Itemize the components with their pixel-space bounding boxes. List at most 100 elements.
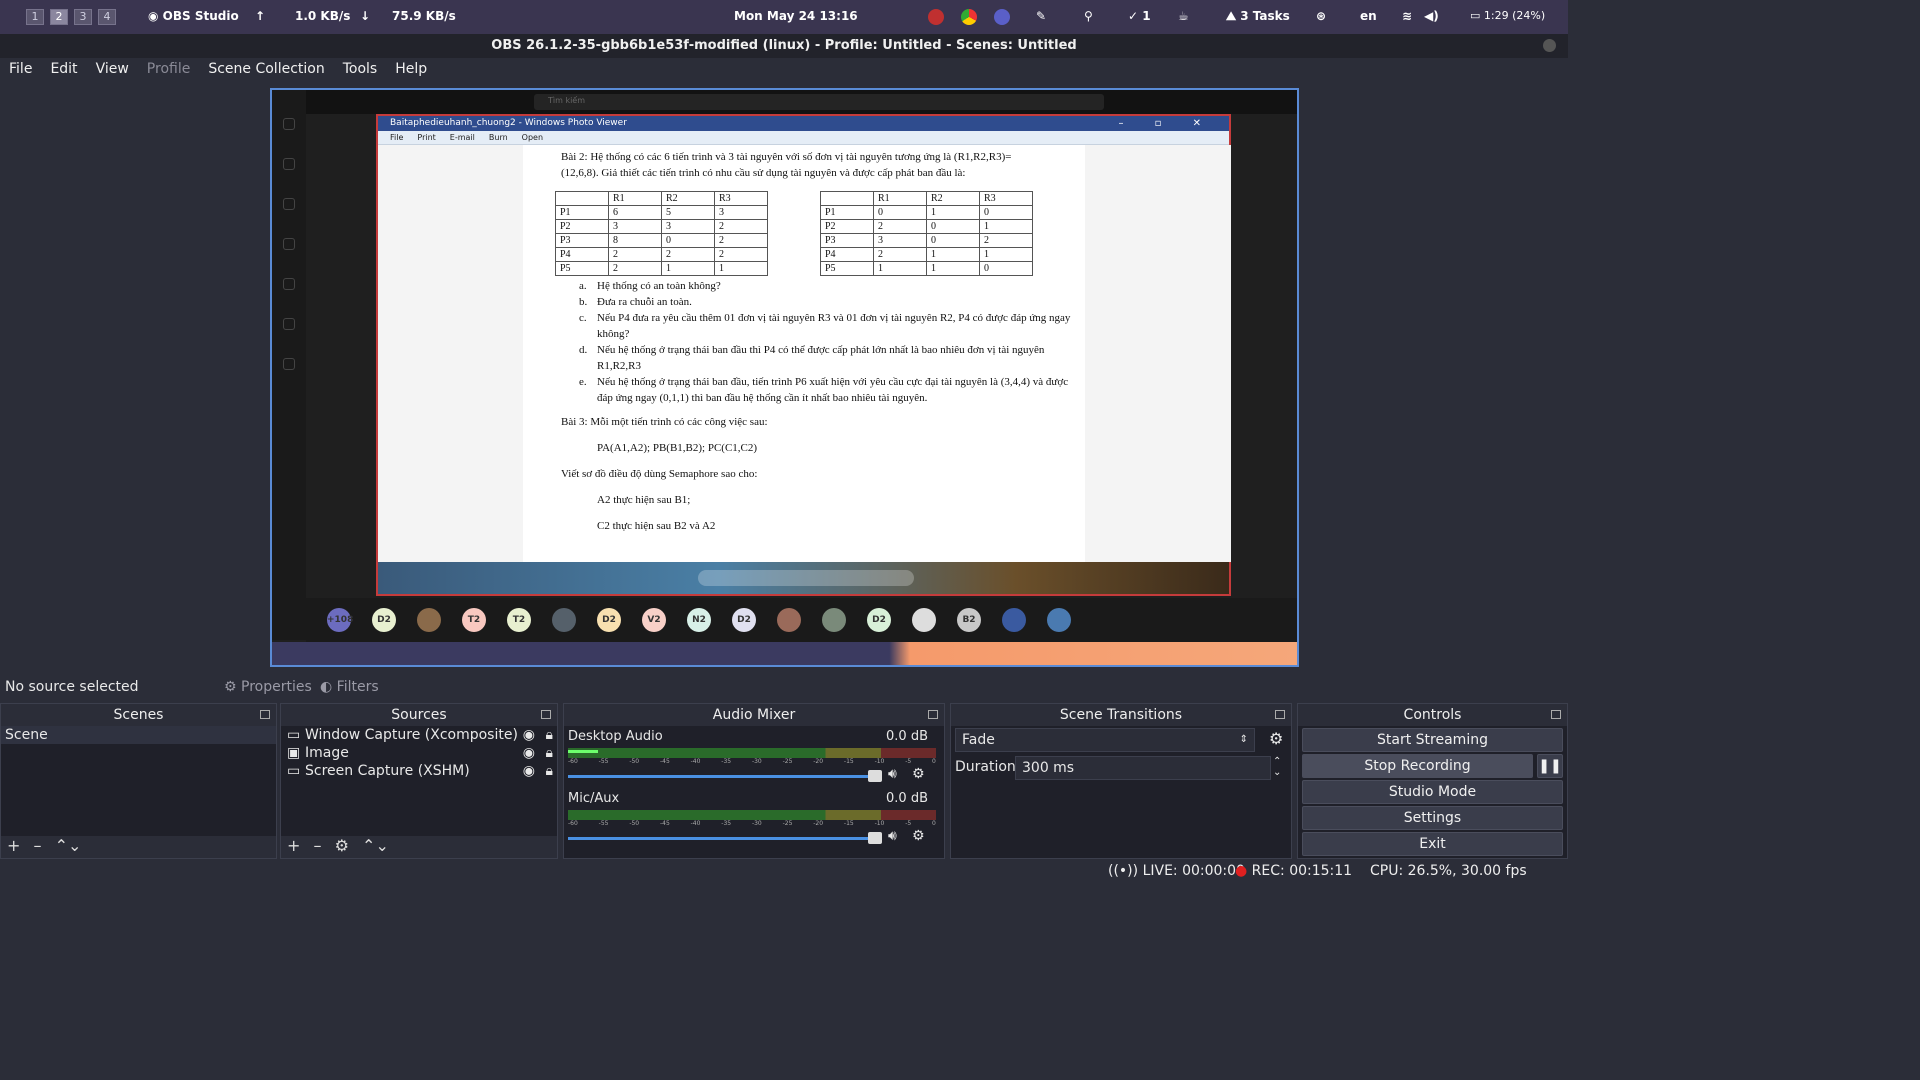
participant-avatar[interactable]: [552, 608, 576, 632]
undock-icon[interactable]: [541, 710, 551, 719]
workspace-4[interactable]: 4: [98, 9, 116, 25]
settings-button[interactable]: Settings: [1302, 806, 1563, 830]
participant-avatar[interactable]: [822, 608, 846, 632]
clock[interactable]: Mon May 24 13:16: [734, 9, 858, 23]
workspace-2[interactable]: 2: [50, 9, 68, 25]
live-indicator: ((•)) LIVE: 00:00:00: [1108, 860, 1245, 882]
filters-button[interactable]: ◐ Filters: [320, 679, 379, 695]
source-item-image[interactable]: ▣ Image ◉ 🔒︎: [281, 744, 557, 762]
move-up-icon[interactable]: ⌃: [362, 836, 375, 855]
workspace-3[interactable]: 3: [74, 9, 92, 25]
participant-avatar[interactable]: [1002, 608, 1026, 632]
accessibility-icon[interactable]: ⊛: [1316, 9, 1326, 23]
tasks-indicator[interactable]: ⛰ 3 Tasks: [1226, 9, 1290, 24]
add-icon[interactable]: +: [7, 836, 20, 855]
network-tool-icon[interactable]: ⚲: [1084, 9, 1093, 23]
slider-knob[interactable]: [868, 832, 882, 844]
wifi-icon[interactable]: ≋: [1402, 9, 1412, 23]
table-header-row: R1 R2 R3: [820, 191, 1033, 206]
pen-icon[interactable]: ✎: [1036, 9, 1046, 23]
participant-avatar[interactable]: T2: [507, 608, 531, 632]
eye-icon[interactable]: ◉: [523, 762, 535, 780]
spinner-arrows-icon[interactable]: ⌃ ⌄: [1273, 756, 1281, 778]
participant-avatar[interactable]: D2: [597, 608, 621, 632]
undock-icon[interactable]: [260, 710, 270, 719]
eye-icon[interactable]: ◉: [523, 744, 535, 762]
undock-icon[interactable]: [1275, 710, 1285, 719]
menu-profile[interactable]: Profile: [138, 58, 200, 82]
participant-avatar[interactable]: D2: [867, 608, 891, 632]
table-row: P4 2 2 2: [555, 247, 768, 262]
exit-button[interactable]: Exit: [1302, 832, 1563, 856]
pause-icon[interactable]: ❚❚: [1537, 754, 1563, 778]
scene-item[interactable]: Scene: [1, 726, 276, 744]
eye-icon[interactable]: ◉: [523, 726, 535, 744]
add-icon[interactable]: +: [287, 836, 300, 855]
volume-icon[interactable]: ◀): [1424, 9, 1439, 23]
menu-tools[interactable]: Tools: [334, 58, 387, 82]
menu-help[interactable]: Help: [386, 58, 436, 82]
properties-button[interactable]: ⚙ Properties: [224, 679, 312, 695]
keyboard-language[interactable]: en: [1360, 9, 1377, 23]
gear-icon[interactable]: ⚙: [912, 828, 925, 844]
speaker-icon[interactable]: 🔊︎: [888, 766, 897, 782]
slider-knob[interactable]: [868, 770, 882, 782]
menu-scene-collection[interactable]: Scene Collection: [199, 58, 333, 82]
gear-icon[interactable]: ⚙: [1269, 729, 1283, 748]
scene-transitions-dock: Scene Transitions Fade ⇕ ⚙ Duration 300 m…: [950, 703, 1292, 859]
window-title-bar[interactable]: OBS 26.1.2-35-gbb6b1e53f-modified (linux…: [0, 34, 1568, 58]
obs-app-indicator[interactable]: ◉ OBS Studio: [148, 9, 239, 23]
move-up-icon[interactable]: ⌃: [55, 836, 68, 855]
menu-view[interactable]: View: [87, 58, 138, 82]
participant-avatar[interactable]: N2: [687, 608, 711, 632]
move-down-icon[interactable]: ⌄: [375, 836, 388, 855]
check-icon[interactable]: ✓ 1: [1128, 9, 1151, 23]
speaker-icon[interactable]: 🔊︎: [888, 828, 897, 844]
move-down-icon[interactable]: ⌄: [68, 836, 81, 855]
obs-tray-icon[interactable]: [928, 9, 944, 25]
participant-avatar[interactable]: D2: [372, 608, 396, 632]
stop-recording-button[interactable]: Stop Recording: [1302, 754, 1533, 778]
participant-avatar[interactable]: [912, 608, 936, 632]
participant-avatar[interactable]: B2: [957, 608, 981, 632]
workspace-switcher[interactable]: 1 2 3 4: [26, 9, 116, 25]
lock-icon[interactable]: 🔒︎: [546, 762, 553, 780]
remove-icon[interactable]: –: [314, 836, 322, 855]
lock-icon[interactable]: 🔒︎: [546, 744, 553, 762]
lock-icon[interactable]: 🔒︎: [546, 726, 553, 744]
participant-avatar[interactable]: +108: [327, 608, 353, 632]
participant-avatar[interactable]: T2: [462, 608, 486, 632]
participant-avatar[interactable]: [777, 608, 801, 632]
undock-icon[interactable]: [928, 710, 938, 719]
preview-canvas[interactable]: Tìm kiếm Baitaphedieuhanh_chuong2 - Wind…: [270, 88, 1299, 667]
duration-input[interactable]: 300 ms: [1015, 756, 1271, 780]
battery-indicator[interactable]: ▭ 1:29 (24%): [1470, 9, 1545, 22]
cup-icon[interactable]: ☕: [1178, 9, 1189, 23]
volume-slider[interactable]: 🔊︎ ⚙: [568, 766, 944, 784]
teams-tray-icon[interactable]: [994, 9, 1010, 25]
resource-tables: R1 R2 R3 P1 6 5 3 P2 3 3 2 P3 8 0 2 P4 2 2 2 P5 2 1 1 R1 R2 R3 P1…: [555, 191, 1085, 276]
table-cell: 0: [926, 233, 980, 248]
chrome-tray-icon[interactable]: [961, 9, 977, 25]
source-item-window-capture[interactable]: ▭ Window Capture (Xcomposite) ◉ 🔒︎: [281, 726, 557, 744]
window-close-icon[interactable]: [1543, 39, 1556, 52]
undock-icon[interactable]: [1551, 710, 1561, 719]
workspace-1[interactable]: 1: [26, 9, 44, 25]
menu-file[interactable]: File: [0, 58, 41, 82]
gear-icon[interactable]: ⚙: [912, 766, 925, 782]
table-header-cell: R2: [926, 191, 980, 206]
transition-select[interactable]: Fade ⇕: [955, 728, 1255, 752]
channel-db: 0.0 dB: [886, 729, 928, 744]
remove-icon[interactable]: –: [34, 836, 42, 855]
menu-edit[interactable]: Edit: [41, 58, 86, 82]
source-item-screen-capture[interactable]: ▭ Screen Capture (XSHM) ◉ 🔒︎: [281, 762, 557, 780]
participant-avatar[interactable]: [1047, 608, 1071, 632]
participant-avatar[interactable]: D2: [732, 608, 756, 632]
pv-menu-burn: Burn: [488, 133, 508, 142]
participant-avatar[interactable]: [417, 608, 441, 632]
studio-mode-button[interactable]: Studio Mode: [1302, 780, 1563, 804]
volume-slider[interactable]: 🔊︎ ⚙: [568, 828, 944, 846]
participant-avatar[interactable]: V2: [642, 608, 666, 632]
start-streaming-button[interactable]: Start Streaming: [1302, 728, 1563, 752]
gear-icon[interactable]: ⚙: [335, 836, 349, 855]
